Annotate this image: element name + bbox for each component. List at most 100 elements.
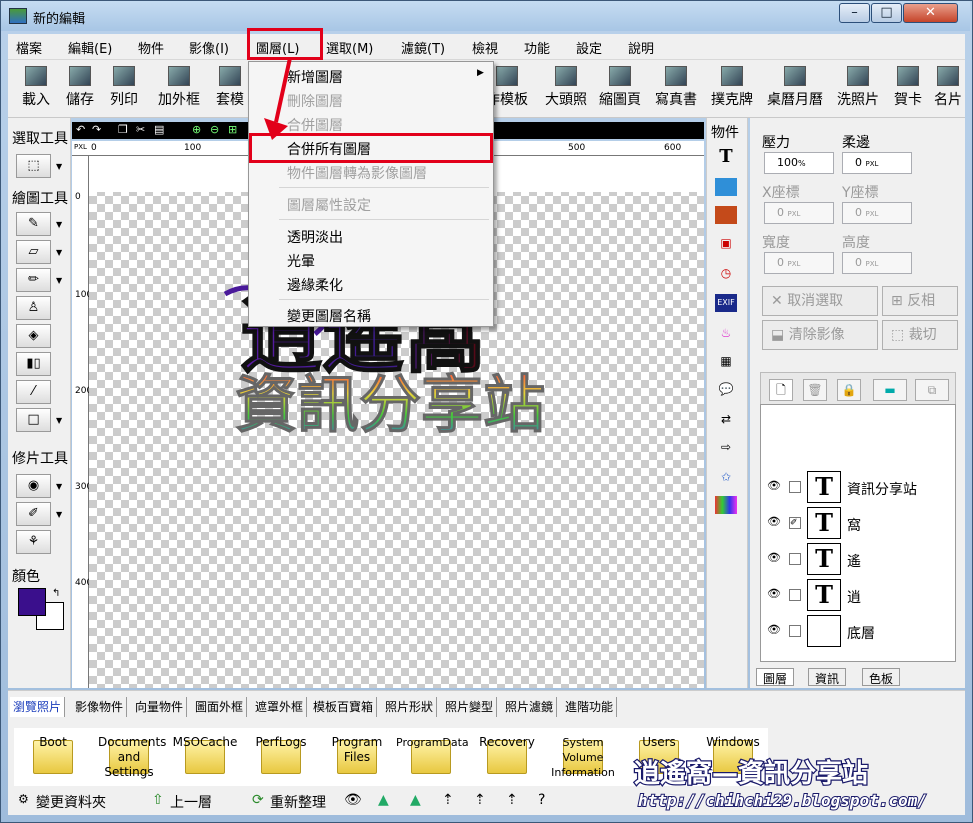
tab-photo-shapes[interactable]: 照片形狀 <box>382 697 438 717</box>
layer-checkbox[interactable] <box>789 589 801 601</box>
print-button[interactable]: 列印 <box>104 64 144 114</box>
deselect-button[interactable]: ✕ 取消選取 <box>762 286 878 316</box>
menu-item-fade[interactable]: 透明淡出 <box>287 227 343 247</box>
refresh-icon[interactable]: ⟳ <box>252 792 264 808</box>
text-object-icon[interactable]: T <box>715 148 737 166</box>
y-coord-input[interactable]: 0 PXL <box>842 202 912 224</box>
gradient-tool[interactable]: ▮▯ <box>16 352 51 376</box>
layer-row[interactable]: 👁 ✐ T 窩 <box>767 507 953 539</box>
crop-button[interactable]: ⬚ 裁切 <box>882 320 958 350</box>
softness-input[interactable]: 0 PXL <box>842 152 912 174</box>
sort-icon[interactable]: ⇡ <box>474 792 486 808</box>
save-button[interactable]: 儲存 <box>60 64 100 114</box>
copy-icon[interactable]: ❐ <box>118 123 128 136</box>
layer-row[interactable]: 👁 T 資訊分享站 <box>767 471 953 503</box>
tab-photo-filters[interactable]: 照片濾鏡 <box>502 697 558 717</box>
change-folder-button[interactable]: 變更資料夾 <box>36 792 106 812</box>
cut-icon[interactable]: ✂ <box>136 123 145 136</box>
menu-select[interactable]: 選取(M) <box>326 38 373 57</box>
tab-photo-transform[interactable]: 照片變型 <box>442 697 498 717</box>
clear-image-button[interactable]: ⬓ 清除影像 <box>762 320 878 350</box>
layer-checkbox[interactable] <box>789 481 801 493</box>
rect-select-tool[interactable]: ⬚ <box>16 154 51 178</box>
tab-info[interactable]: 資訊 <box>808 668 847 686</box>
maximize-button[interactable]: □ <box>871 3 902 23</box>
new-layer-icon[interactable]: 🗋 <box>769 379 793 401</box>
photo-book-button[interactable]: 寫真書 <box>650 64 702 114</box>
menu-object[interactable]: 物件 <box>138 38 164 57</box>
star-icon[interactable]: ✩ <box>715 468 737 486</box>
dropdown-arrow-icon[interactable]: ▼ <box>56 248 62 257</box>
sort-icon[interactable]: ▲ <box>410 792 421 808</box>
zoom-in-icon[interactable]: ⊕ <box>192 123 201 136</box>
menu-item-layer-properties[interactable]: 圖層屬性設定 <box>287 195 371 215</box>
menu-view[interactable]: 檢視 <box>472 38 498 57</box>
merge-layer-icon[interactable]: ⧉ <box>915 379 949 401</box>
undo-icon[interactable]: ↶ <box>76 123 85 136</box>
menu-item-glow[interactable]: 光暈 <box>287 251 315 271</box>
menu-item-object-to-image[interactable]: 物件圖層轉為影像圖層 <box>287 163 427 183</box>
menu-help[interactable]: 說明 <box>628 38 654 57</box>
delete-layer-icon[interactable]: 🗑 <box>803 379 827 401</box>
menu-edit[interactable]: 編輯(E) <box>68 38 112 57</box>
menu-item-rename-layer[interactable]: 變更圖層名稱 <box>287 306 371 326</box>
line-icon[interactable]: ⇄ <box>715 410 737 428</box>
dropdown-arrow-icon[interactable]: ▼ <box>56 276 62 285</box>
calendar-object-icon[interactable]: ▦ <box>715 352 737 370</box>
folder-item[interactable]: Boot <box>18 728 88 786</box>
red-eye-tool[interactable]: ◉ <box>16 474 51 498</box>
tab-image-objects[interactable]: 影像物件 <box>72 697 128 717</box>
visibility-eye-icon[interactable]: 👁 <box>767 479 781 492</box>
headshot-button[interactable]: 大頭照 <box>540 64 592 114</box>
layer-row[interactable]: 👁 T 逍 <box>767 579 953 611</box>
dropdown-arrow-icon[interactable]: ▼ <box>56 162 62 171</box>
pressure-input[interactable]: 100% <box>764 152 834 174</box>
menu-item-feather-edge[interactable]: 邊緣柔化 <box>287 275 343 295</box>
refresh-button[interactable]: 重新整理 <box>270 792 326 812</box>
lock-layer-icon[interactable]: 🔒 <box>837 379 861 401</box>
dropdown-arrow-icon[interactable]: ▼ <box>56 510 62 519</box>
add-frame-button[interactable]: 加外框 <box>152 64 206 114</box>
poker-card-button[interactable]: 撲克牌 <box>706 64 758 114</box>
tab-frames[interactable]: 圖面外框 <box>192 697 248 717</box>
sort-icon[interactable]: ⇡ <box>442 792 454 808</box>
dropdown-arrow-icon[interactable]: ▼ <box>56 416 62 425</box>
image-object-icon[interactable] <box>715 178 737 196</box>
greeting-card-button[interactable]: 賀卡 <box>888 64 928 114</box>
dropdown-arrow-icon[interactable]: ▼ <box>56 220 62 229</box>
x-coord-input[interactable]: 0 PXL <box>764 202 834 224</box>
speech-bubble-icon[interactable]: 💬 <box>715 380 737 398</box>
minimize-button[interactable]: – <box>839 3 870 23</box>
foreground-color-swatch[interactable] <box>18 588 46 616</box>
tab-vector-objects[interactable]: 向量物件 <box>132 697 188 717</box>
pencil-tool[interactable]: ✏ <box>16 268 51 292</box>
eraser-tool[interactable]: ▱ <box>16 240 51 264</box>
calendar-button[interactable]: 桌曆月曆 <box>760 64 830 114</box>
height-input[interactable]: 0 PXL <box>842 252 912 274</box>
folder-item[interactable]: Recovery <box>472 728 542 786</box>
sort-icon[interactable]: ▲ <box>378 792 389 808</box>
clock-icon[interactable]: ◷ <box>715 264 737 282</box>
texture-icon[interactable] <box>715 496 737 514</box>
exif-icon[interactable]: EXIF <box>715 294 737 312</box>
folder-item[interactable]: System Volume Information <box>548 728 618 786</box>
menu-settings[interactable]: 設定 <box>576 38 602 57</box>
menu-function[interactable]: 功能 <box>524 38 550 57</box>
layer-row[interactable]: 👁 底層 <box>767 615 953 647</box>
fit-icon[interactable]: ⊞ <box>228 123 237 136</box>
folder-item[interactable]: MSOCache <box>170 728 240 786</box>
menu-image[interactable]: 影像(I) <box>189 38 229 57</box>
up-arrow-icon[interactable]: ⇧ <box>152 792 164 808</box>
zoom-out-icon[interactable]: ⊖ <box>210 123 219 136</box>
menu-filter[interactable]: 濾鏡(T) <box>401 38 445 57</box>
retouch-brush-tool[interactable]: ✐ <box>16 502 51 526</box>
help-icon[interactable]: ? <box>538 792 545 808</box>
clone-tool[interactable]: ⚘ <box>16 530 51 554</box>
visibility-eye-icon[interactable]: 👁 <box>767 623 781 636</box>
width-input[interactable]: 0 PXL <box>764 252 834 274</box>
tab-layers[interactable]: 圖層 <box>756 668 795 686</box>
visibility-eye-icon[interactable]: 👁 <box>767 551 781 564</box>
layer-image-icon[interactable]: ▬ <box>873 379 907 401</box>
load-button[interactable]: 載入 <box>16 64 56 114</box>
folder-item[interactable]: ProgramData <box>396 728 469 786</box>
